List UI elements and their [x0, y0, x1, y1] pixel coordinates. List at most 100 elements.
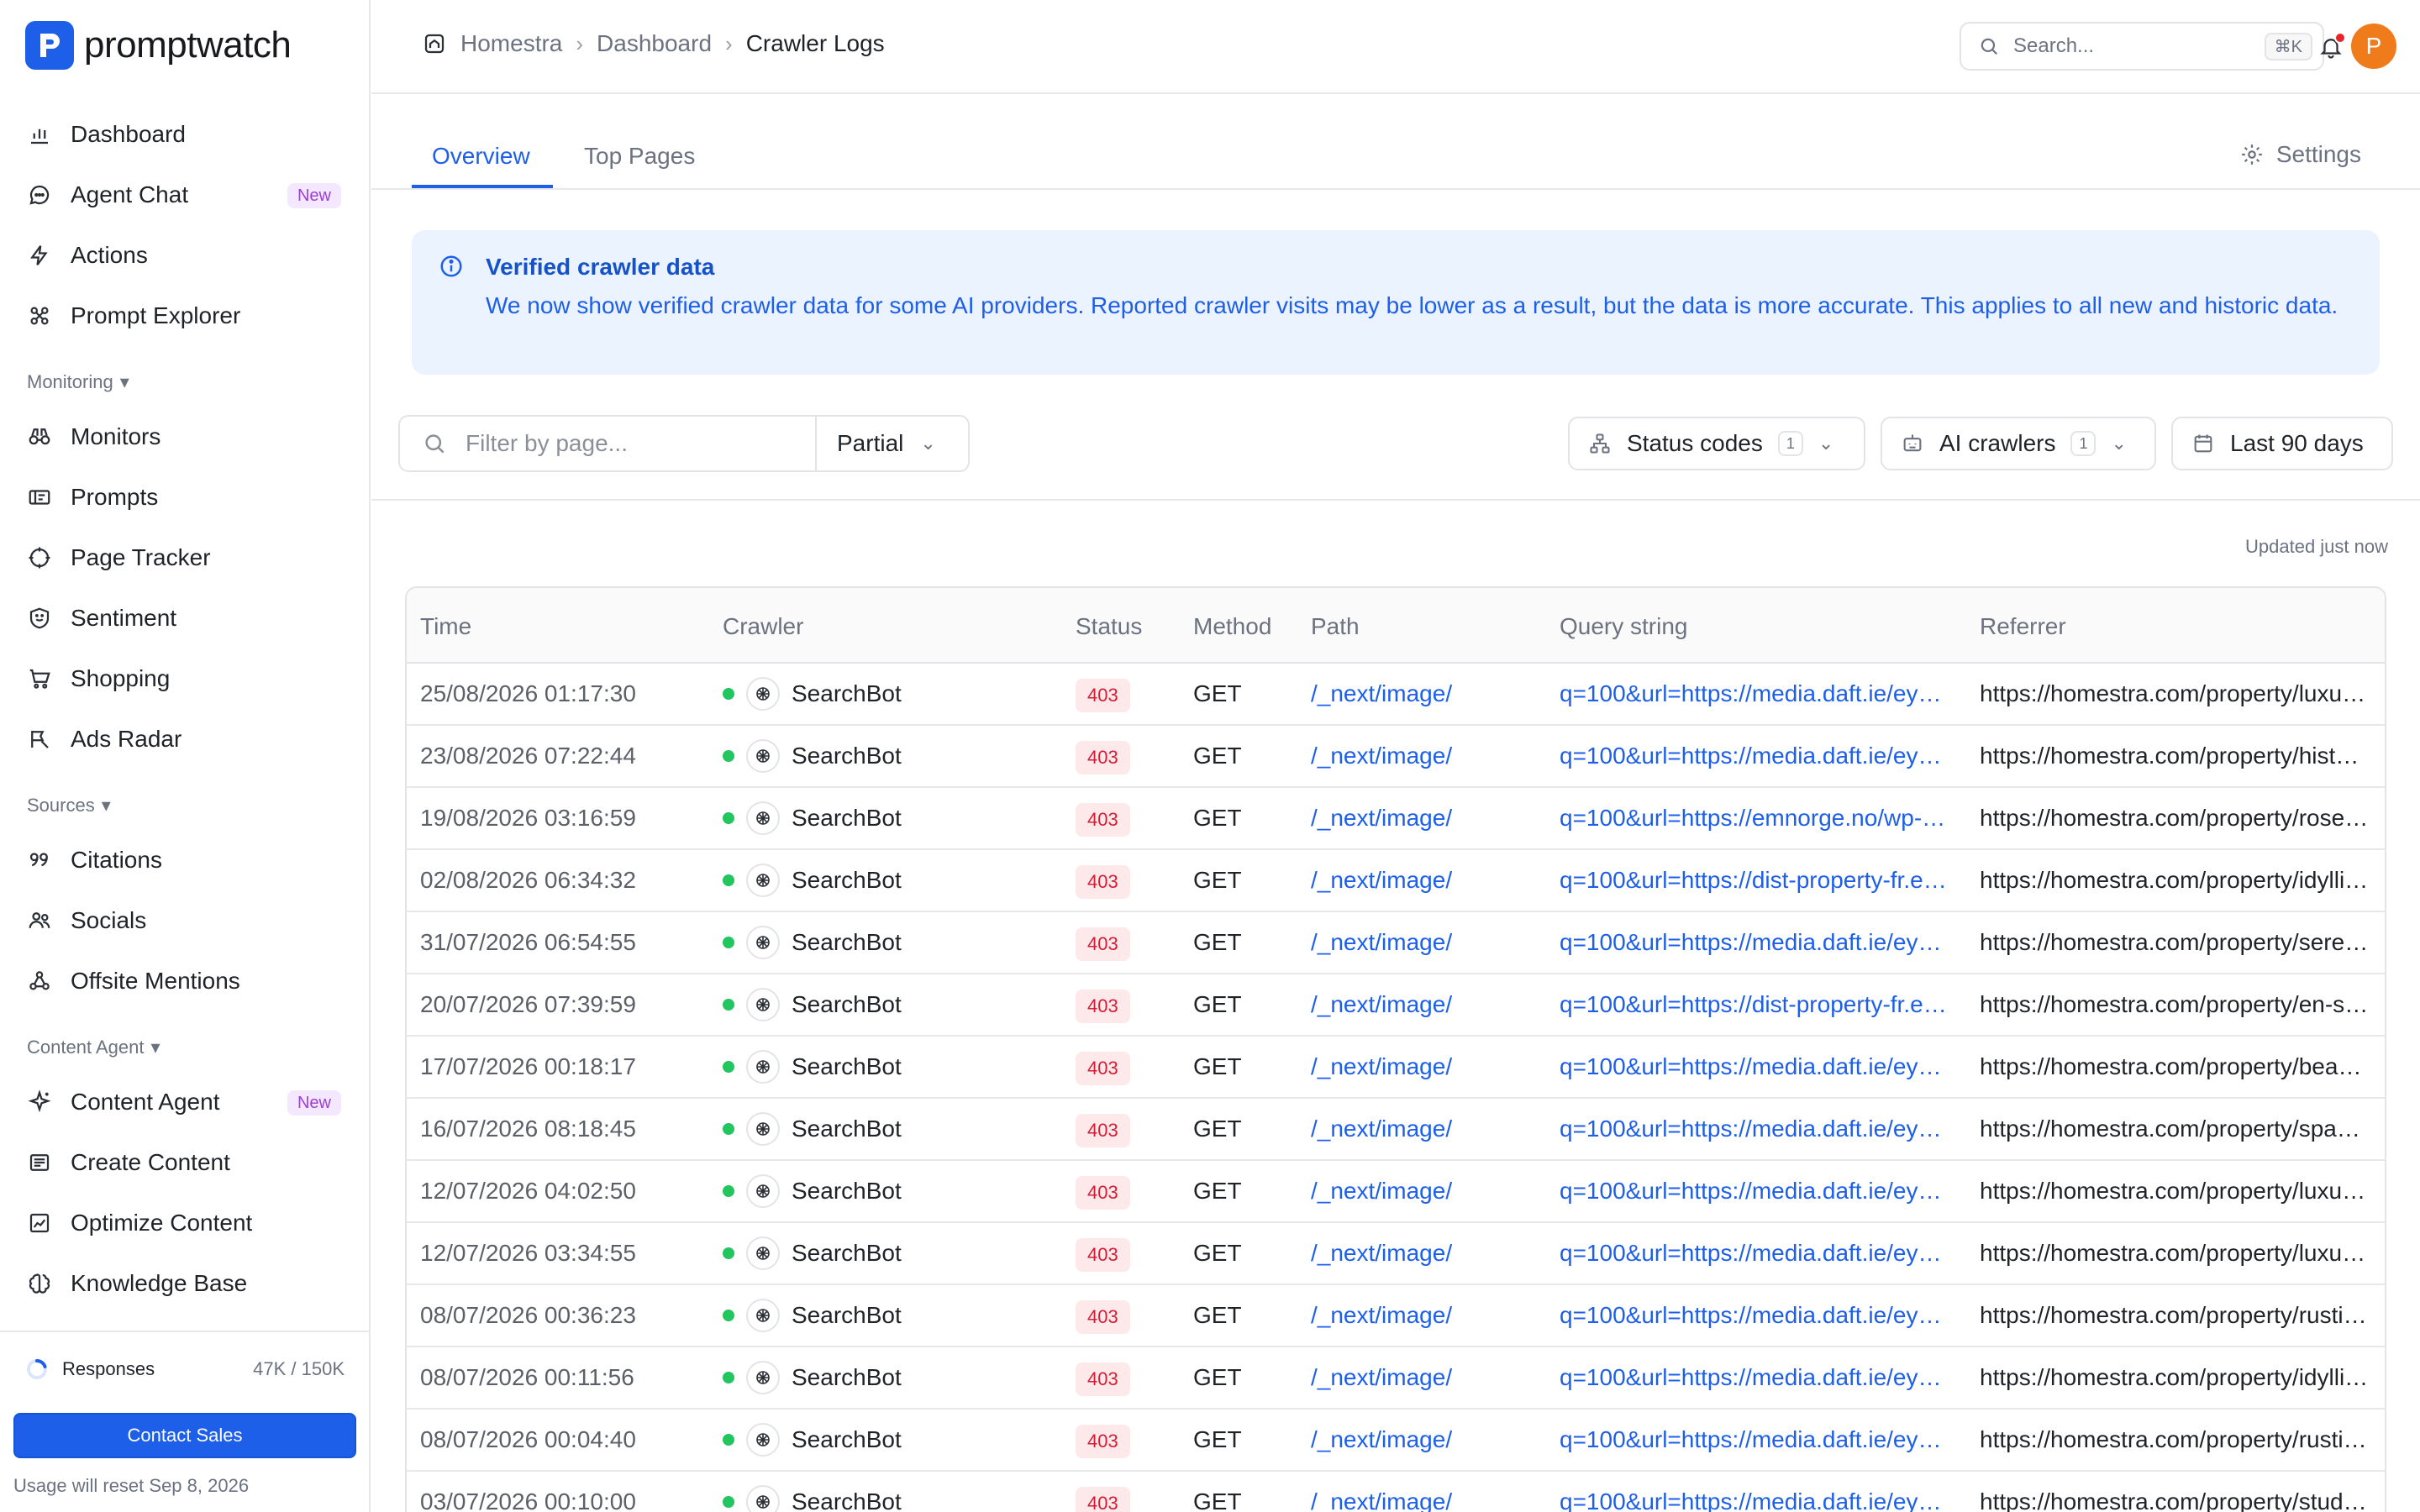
table-row[interactable]: 20/07/2026 07:39:59 SearchBot 403 GET /_next…: [407, 974, 2385, 1037]
table-row[interactable]: 08/07/2026 00:11:56 SearchBot 403 GET /_next…: [407, 1347, 2385, 1410]
cell-crawler: SearchBot: [723, 1361, 902, 1394]
banner-body: We now show verified crawler data for so…: [486, 292, 2338, 318]
path-link[interactable]: /_next/image/: [1311, 991, 1452, 1018]
status-badge: 403: [1076, 927, 1130, 961]
query-string-link[interactable]: q=100&url=https://media.daft.ie/eyJidWNr…: [1560, 1364, 1951, 1391]
query-string-link[interactable]: q=100&url=https://media.daft.ie/eyJidWNr…: [1560, 1426, 1951, 1453]
section-monitoring[interactable]: Monitoring ▾: [27, 371, 129, 393]
cell-referrer: https://homestra.com/property/beachfront…: [1980, 1053, 2371, 1079]
sidebar-item-content-agent[interactable]: Content Agent New: [13, 1078, 356, 1126]
status-badge: 403: [1076, 1362, 1130, 1396]
sidebar-item-ads-radar[interactable]: Ads Radar: [13, 715, 356, 764]
notifications-button[interactable]: [2312, 29, 2349, 66]
column-header-method[interactable]: Method: [1193, 613, 1271, 640]
query-string-link[interactable]: q=100&url=https://media.daft.ie/eyJidWNr…: [1560, 1302, 1951, 1329]
global-search[interactable]: Search... ⌘K: [1960, 22, 2324, 71]
path-link[interactable]: /_next/image/: [1311, 1240, 1452, 1267]
query-string-link[interactable]: q=100&url=https://dist-property-fr.examp…: [1560, 867, 1951, 894]
section-label: Sources: [27, 795, 95, 816]
match-mode-select[interactable]: Partial ⌄: [815, 415, 970, 472]
table-row[interactable]: 08/07/2026 00:36:23 SearchBot 403 GET /_next…: [407, 1285, 2385, 1347]
query-string-link[interactable]: q=100&url=https://dist-property-fr.examp…: [1560, 991, 1951, 1018]
cell-method: GET: [1193, 1053, 1242, 1079]
settings-button[interactable]: Settings: [2239, 141, 2361, 168]
query-string-link[interactable]: q=100&url=https://media.daft.ie/eyJidWNr…: [1560, 680, 1951, 707]
chevron-down-icon: ⌄: [2111, 433, 2127, 454]
contact-sales-button[interactable]: Contact Sales: [13, 1413, 356, 1458]
match-mode-value: Partial: [837, 430, 904, 456]
query-string-link[interactable]: q=100&url=https://emnorge.no/wp-content/…: [1560, 805, 1951, 832]
path-link[interactable]: /_next/image/: [1311, 743, 1452, 769]
table-row[interactable]: 25/08/2026 01:17:30 SearchBot 403 GET /_next…: [407, 664, 2385, 726]
column-header-referrer[interactable]: Referrer: [1980, 613, 2066, 640]
query-string-link[interactable]: q=100&url=https://media.daft.ie/eyJidWNr…: [1560, 1488, 1951, 1512]
breadcrumb-dashboard[interactable]: Dashboard: [597, 30, 712, 57]
page-filter-input[interactable]: Filter by page...: [398, 415, 817, 472]
table-row[interactable]: 17/07/2026 00:18:17 SearchBot 403 GET /_next…: [407, 1037, 2385, 1099]
breadcrumb-workspace[interactable]: Homestra: [460, 30, 562, 57]
table-row[interactable]: 12/07/2026 03:34:55 SearchBot 403 GET /_next…: [407, 1223, 2385, 1285]
sidebar-item-citations[interactable]: Citations: [13, 836, 356, 885]
column-header-time[interactable]: Time: [420, 613, 471, 640]
sidebar-item-prompt-explorer[interactable]: Prompt Explorer: [13, 291, 356, 340]
table-row[interactable]: 02/08/2026 06:34:32 SearchBot 403 GET /_next…: [407, 850, 2385, 912]
table-row[interactable]: 19/08/2026 03:16:59 SearchBot 403 GET /_next…: [407, 788, 2385, 850]
path-link[interactable]: /_next/image/: [1311, 805, 1452, 832]
crawler-bot-icon: [746, 1361, 780, 1394]
table-row[interactable]: 12/07/2026 04:02:50 SearchBot 403 GET /_next…: [407, 1161, 2385, 1223]
column-header-query-string[interactable]: Query string: [1560, 613, 1688, 640]
column-header-path[interactable]: Path: [1311, 613, 1360, 640]
sidebar-item-monitors[interactable]: Monitors: [13, 412, 356, 461]
brand-logo[interactable]: promptwatch: [25, 20, 292, 71]
path-link[interactable]: /_next/image/: [1311, 1116, 1452, 1142]
path-link[interactable]: /_next/image/: [1311, 929, 1452, 956]
cell-time: 08/07/2026 00:11:56: [420, 1364, 634, 1390]
query-string-link[interactable]: q=100&url=https://media.daft.ie/eyJidWNr…: [1560, 743, 1951, 769]
sidebar-item-create-content[interactable]: Create Content: [13, 1138, 356, 1187]
sidebar-item-shopping[interactable]: Shopping: [13, 654, 356, 703]
section-content-agent[interactable]: Content Agent ▾: [27, 1037, 160, 1058]
cell-time: 17/07/2026 00:18:17: [420, 1053, 636, 1079]
table-row[interactable]: 31/07/2026 06:54:55 SearchBot 403 GET /_next…: [407, 912, 2385, 974]
cell-time: 16/07/2026 08:18:45: [420, 1116, 636, 1142]
path-link[interactable]: /_next/image/: [1311, 1426, 1452, 1453]
table-row[interactable]: 16/07/2026 08:18:45 SearchBot 403 GET /_next…: [407, 1099, 2385, 1161]
tab-top-pages[interactable]: Top Pages: [584, 143, 695, 170]
path-link[interactable]: /_next/image/: [1311, 1302, 1452, 1329]
path-link[interactable]: /_next/image/: [1311, 867, 1452, 894]
sidebar-item-knowledge-base[interactable]: Knowledge Base: [13, 1259, 356, 1308]
section-label: Content Agent: [27, 1037, 145, 1058]
query-string-link[interactable]: q=100&url=https://media.daft.ie/eyJidWNr…: [1560, 1240, 1951, 1267]
table-row[interactable]: 08/07/2026 00:04:40 SearchBot 403 GET /_next…: [407, 1410, 2385, 1472]
path-link[interactable]: /_next/image/: [1311, 1488, 1452, 1512]
sidebar-item-prompts[interactable]: Prompts: [13, 473, 356, 522]
status-badge: 403: [1076, 741, 1130, 774]
avatar[interactable]: P: [2351, 24, 2396, 69]
path-link[interactable]: /_next/image/: [1311, 680, 1452, 707]
query-string-link[interactable]: q=100&url=https://media.daft.ie/eyJidWNr…: [1560, 1116, 1951, 1142]
sidebar-item-socials[interactable]: Socials: [13, 896, 356, 945]
table-row[interactable]: 23/08/2026 07:22:44 SearchBot 403 GET /_next…: [407, 726, 2385, 788]
sidebar-item-actions[interactable]: Actions: [13, 231, 356, 280]
date-range-picker[interactable]: Last 90 days: [2171, 417, 2393, 470]
sidebar-item-page-tracker[interactable]: Page Tracker: [13, 533, 356, 582]
column-header-status[interactable]: Status: [1076, 613, 1142, 640]
path-link[interactable]: /_next/image/: [1311, 1364, 1452, 1391]
sidebar-item-sentiment[interactable]: Sentiment: [13, 594, 356, 643]
sidebar-item-offsite-mentions[interactable]: Offsite Mentions: [13, 957, 356, 1005]
section-sources[interactable]: Sources ▾: [27, 795, 111, 816]
query-string-link[interactable]: q=100&url=https://media.daft.ie/eyJidWNr…: [1560, 1053, 1951, 1080]
ai-crawlers-dropdown[interactable]: AI crawlers 1 ⌄: [1881, 417, 2156, 470]
tab-overview[interactable]: Overview: [432, 143, 530, 170]
column-header-crawler[interactable]: Crawler: [723, 613, 803, 640]
path-link[interactable]: /_next/image/: [1311, 1053, 1452, 1080]
query-string-link[interactable]: q=100&url=https://media.daft.ie/eyJidWNr…: [1560, 1178, 1951, 1205]
path-link[interactable]: /_next/image/: [1311, 1178, 1452, 1205]
status-codes-dropdown[interactable]: Status codes 1 ⌄: [1568, 417, 1865, 470]
sidebar-item-optimize-content[interactable]: Optimize Content: [13, 1199, 356, 1247]
sidebar-item-dashboard[interactable]: Dashboard: [13, 110, 356, 159]
query-string-link[interactable]: q=100&url=https://media.daft.ie/eyJidWNr…: [1560, 929, 1951, 956]
sidebar-item-agent-chat[interactable]: Agent Chat New: [13, 171, 356, 219]
crawler-bot-icon: [746, 677, 780, 711]
table-row[interactable]: 03/07/2026 00:10:00 SearchBot 403 GET /_next…: [407, 1472, 2385, 1512]
